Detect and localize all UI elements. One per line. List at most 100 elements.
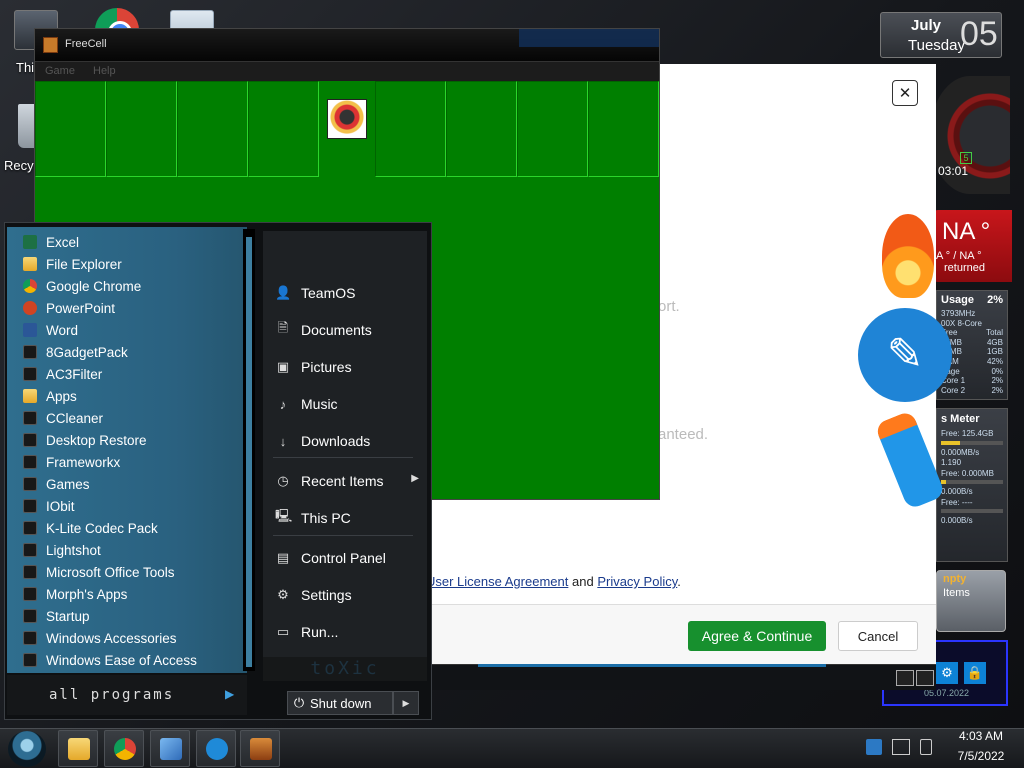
program-powerpoint[interactable]: PowerPoint [23,297,243,319]
program-word[interactable]: Word [23,319,243,341]
program-windows-ease-of-access[interactable]: Windows Ease of Access [23,649,243,671]
place-label: Recent Items [301,473,384,489]
free-cell[interactable] [35,81,106,177]
program-iobit[interactable]: IObit [23,495,243,517]
place-label: Downloads [301,433,371,449]
taskbar-app-bolt[interactable] [196,730,236,767]
program-ac3filter[interactable]: AC3Filter [23,363,243,385]
start-button[interactable] [8,731,46,767]
cpu-row-value: 2% [991,385,1003,395]
place-teamos[interactable]: 👤 TeamOS [275,281,423,305]
home-cell[interactable] [517,81,588,177]
app-folder-icon [23,433,37,447]
tray-app-icon[interactable] [866,739,882,755]
close-button[interactable]: ✕ [892,80,918,106]
word-icon [23,323,37,337]
program-google-chrome[interactable]: Google Chrome [23,275,243,297]
taskbar-app-cube[interactable] [150,730,190,767]
app-folder-icon [23,587,37,601]
home-cell[interactable] [446,81,517,177]
eula-and: and [571,574,594,589]
lock-icon[interactable]: 🔒 [964,662,986,684]
freecell-titlebar[interactable]: FreeCell [35,29,659,61]
freecell-menubar: Game Help [35,61,659,81]
program-8gadgetpack[interactable]: 8GadgetPack [23,341,243,363]
place-music[interactable]: ♪ Music [275,392,423,416]
taskbar: 4:03 AM 7/5/2022 [0,728,1024,768]
app-folder-icon [23,367,37,381]
program-windows-accessories[interactable]: Windows Accessories [23,627,243,649]
separator [273,535,413,536]
folder-icon [23,257,37,271]
program-k-lite[interactable]: K-Lite Codec Pack [23,517,243,539]
home-cell[interactable] [588,81,659,177]
scrollbar-thumb[interactable] [246,237,252,667]
place-label: Music [301,396,338,412]
programs-scrollbar[interactable] [243,229,255,671]
all-programs-button[interactable]: all programs ▶ [7,675,247,715]
drive-usage-bar [941,480,1003,484]
drive-row: 0.000B/s [941,487,973,496]
cancel-button[interactable]: Cancel [838,621,918,651]
free-cell[interactable] [177,81,248,177]
place-settings[interactable]: ⚙ Settings [275,583,423,607]
place-control-panel[interactable]: ▤ Control Panel [275,546,423,570]
gear-icon[interactable]: ⚙ [936,662,958,684]
dialog-text-fragment: anteed. [658,426,709,443]
cpu-row-label: 00X 8-Core [941,318,982,328]
program-startup[interactable]: Startup [23,605,243,627]
place-downloads[interactable]: ↓ Downloads [275,429,423,453]
program-lightshot[interactable]: Lightshot [23,539,243,561]
device-icon[interactable] [920,739,932,755]
preview-view-icon[interactable] [916,670,934,686]
shutdown-button[interactable]: ⏻ Shut down [287,691,393,715]
program-morphs-apps[interactable]: Morph's Apps [23,583,243,605]
taskbar-file-explorer[interactable] [58,730,98,767]
folder-icon [68,738,90,760]
cpu-percent: 2% [987,294,1003,306]
menu-game[interactable]: Game [45,65,75,77]
window-controls[interactable] [519,29,659,47]
place-documents[interactable]: 🗎 Documents [275,318,423,342]
eula-link[interactable]: User License Agreement [426,574,568,589]
taskbar-date[interactable]: 7/5/2022 [948,749,1014,763]
program-file-explorer[interactable]: File Explorer [23,253,243,275]
clock-badge: 5 [960,152,972,164]
shutdown-options-button[interactable]: ▶ [393,691,419,715]
program-label: Google Chrome [46,278,142,294]
free-cell[interactable] [106,81,177,177]
network-icon[interactable] [892,739,910,755]
powerpoint-icon [23,301,37,315]
program-label: CCleaner [46,410,104,426]
program-games[interactable]: Games [23,473,243,495]
program-apps[interactable]: Apps [23,385,243,407]
program-excel[interactable]: Excel [23,231,243,253]
drive-row: Free: ---- [941,497,973,507]
gadget-weekday: Tuesday [908,37,965,54]
agree-continue-button[interactable]: Agree & Continue [688,621,826,651]
menu-help[interactable]: Help [93,65,116,77]
recycle-bin-gadget[interactable]: npty Items [936,570,1006,632]
cpu-row-value: 1GB [986,347,1003,357]
privacy-policy-link[interactable]: Privacy Policy [597,574,677,589]
play-arrow-icon: ▶ [225,687,235,701]
place-pictures[interactable]: ▣ Pictures [275,355,423,379]
cpu-row: Core 2 2% [937,386,1007,396]
drive-row: 0.000B/s [941,516,973,525]
taskbar-chrome[interactable] [104,730,144,767]
taskbar-time[interactable]: 4:03 AM [948,729,1014,743]
taskbar-freecell[interactable] [240,730,280,767]
program-frameworkx[interactable]: Frameworkx [23,451,243,473]
program-ccleaner[interactable]: CCleaner [23,407,243,429]
app-folder-icon [23,609,37,623]
program-office-tools[interactable]: Microsoft Office Tools [23,561,243,583]
free-cell[interactable] [248,81,319,177]
place-this-pc[interactable]: 🖳 This PC [275,506,423,530]
program-desktop-restore[interactable]: Desktop Restore [23,429,243,451]
place-run[interactable]: ▭ Run... [275,620,423,644]
home-cell[interactable] [375,81,446,177]
cpu-row-value: 2% [991,376,1003,386]
details-view-icon[interactable] [896,670,914,686]
place-recent-items[interactable]: ◷ Recent Items ▶ [275,469,423,493]
freecell-app-icon [43,37,58,53]
